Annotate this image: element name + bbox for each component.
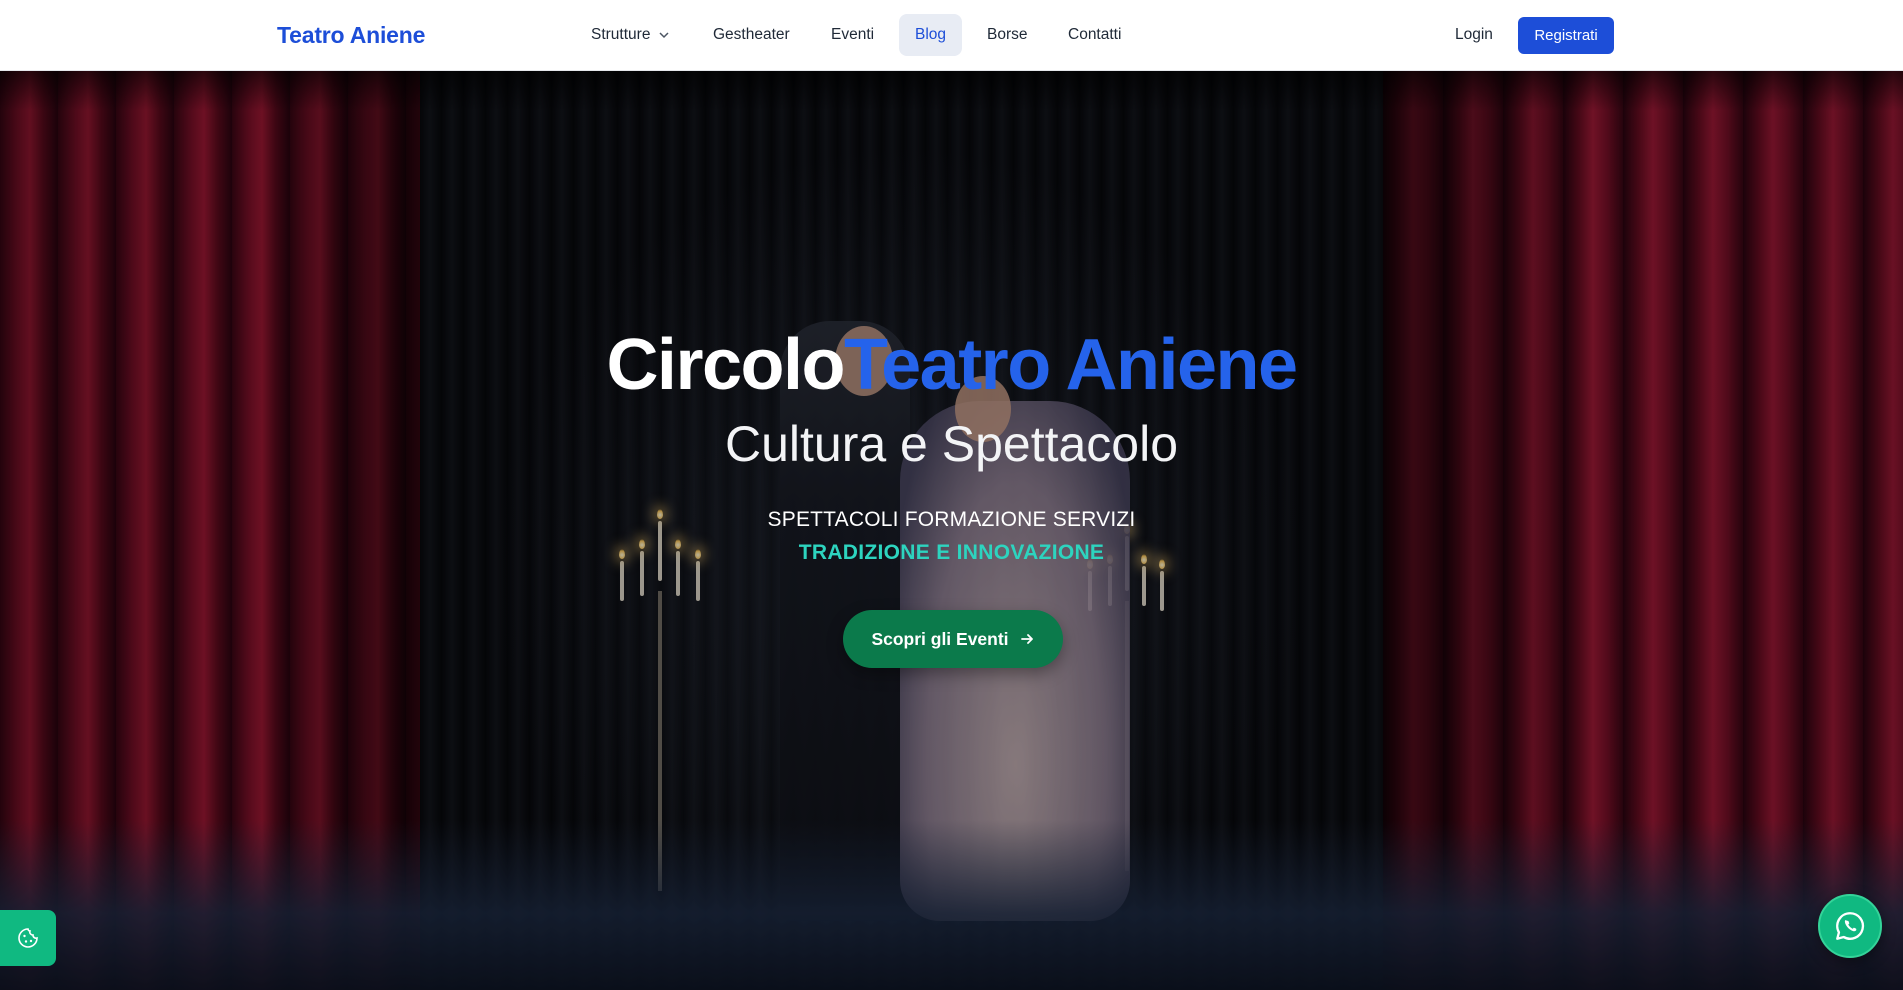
navbar: Teatro Aniene Strutture Gestheater Event… <box>0 0 1903 71</box>
hero-tagline-secondary: TRADIZIONE E INNOVAZIONE <box>798 541 1105 564</box>
discover-events-button[interactable]: Scopri gli Eventi <box>843 610 1063 668</box>
hero-title-main: Circolo <box>606 325 845 405</box>
whatsapp-icon <box>1836 912 1865 940</box>
login-link[interactable]: Login <box>1455 14 1493 56</box>
nav-item-label: Gestheater <box>713 26 790 43</box>
nav-item-label: Contatti <box>1068 26 1122 43</box>
nav-item-borse[interactable]: Borse <box>971 14 1044 56</box>
cookie-settings-button[interactable] <box>0 910 56 966</box>
hero-tagline-primary: SPETTACOLI FORMAZIONE SERVIZI <box>767 508 1136 531</box>
cta-label: Scopri gli Eventi <box>871 628 1009 649</box>
chevron-down-icon <box>659 32 669 39</box>
arrow-right-icon <box>1020 634 1033 644</box>
nav-item-label: Blog <box>915 26 947 43</box>
register-button[interactable]: Registrati <box>1518 17 1614 54</box>
nav-item-blog[interactable]: Blog <box>899 14 963 56</box>
hero-subtitle: Cultura e Spettacolo <box>724 416 1179 472</box>
nav-item-contatti[interactable]: Contatti <box>1052 14 1137 56</box>
nav-item-strutture[interactable]: Strutture <box>575 14 686 56</box>
nav-item-label: Eventi <box>831 26 875 43</box>
whatsapp-button[interactable] <box>1818 894 1882 958</box>
cookie-icon <box>18 928 38 948</box>
nav-item-eventi[interactable]: Eventi <box>815 14 890 56</box>
hero-title: CircoloTeatro Aniene <box>0 324 1903 406</box>
brand-logo[interactable]: Teatro Aniene <box>277 22 425 49</box>
nav-item-label: Borse <box>987 26 1028 43</box>
nav-item-label: Strutture <box>591 26 651 43</box>
nav-item-gestheater[interactable]: Gestheater <box>697 14 806 56</box>
hero-title-accent: Teatro Aniene <box>843 325 1298 405</box>
